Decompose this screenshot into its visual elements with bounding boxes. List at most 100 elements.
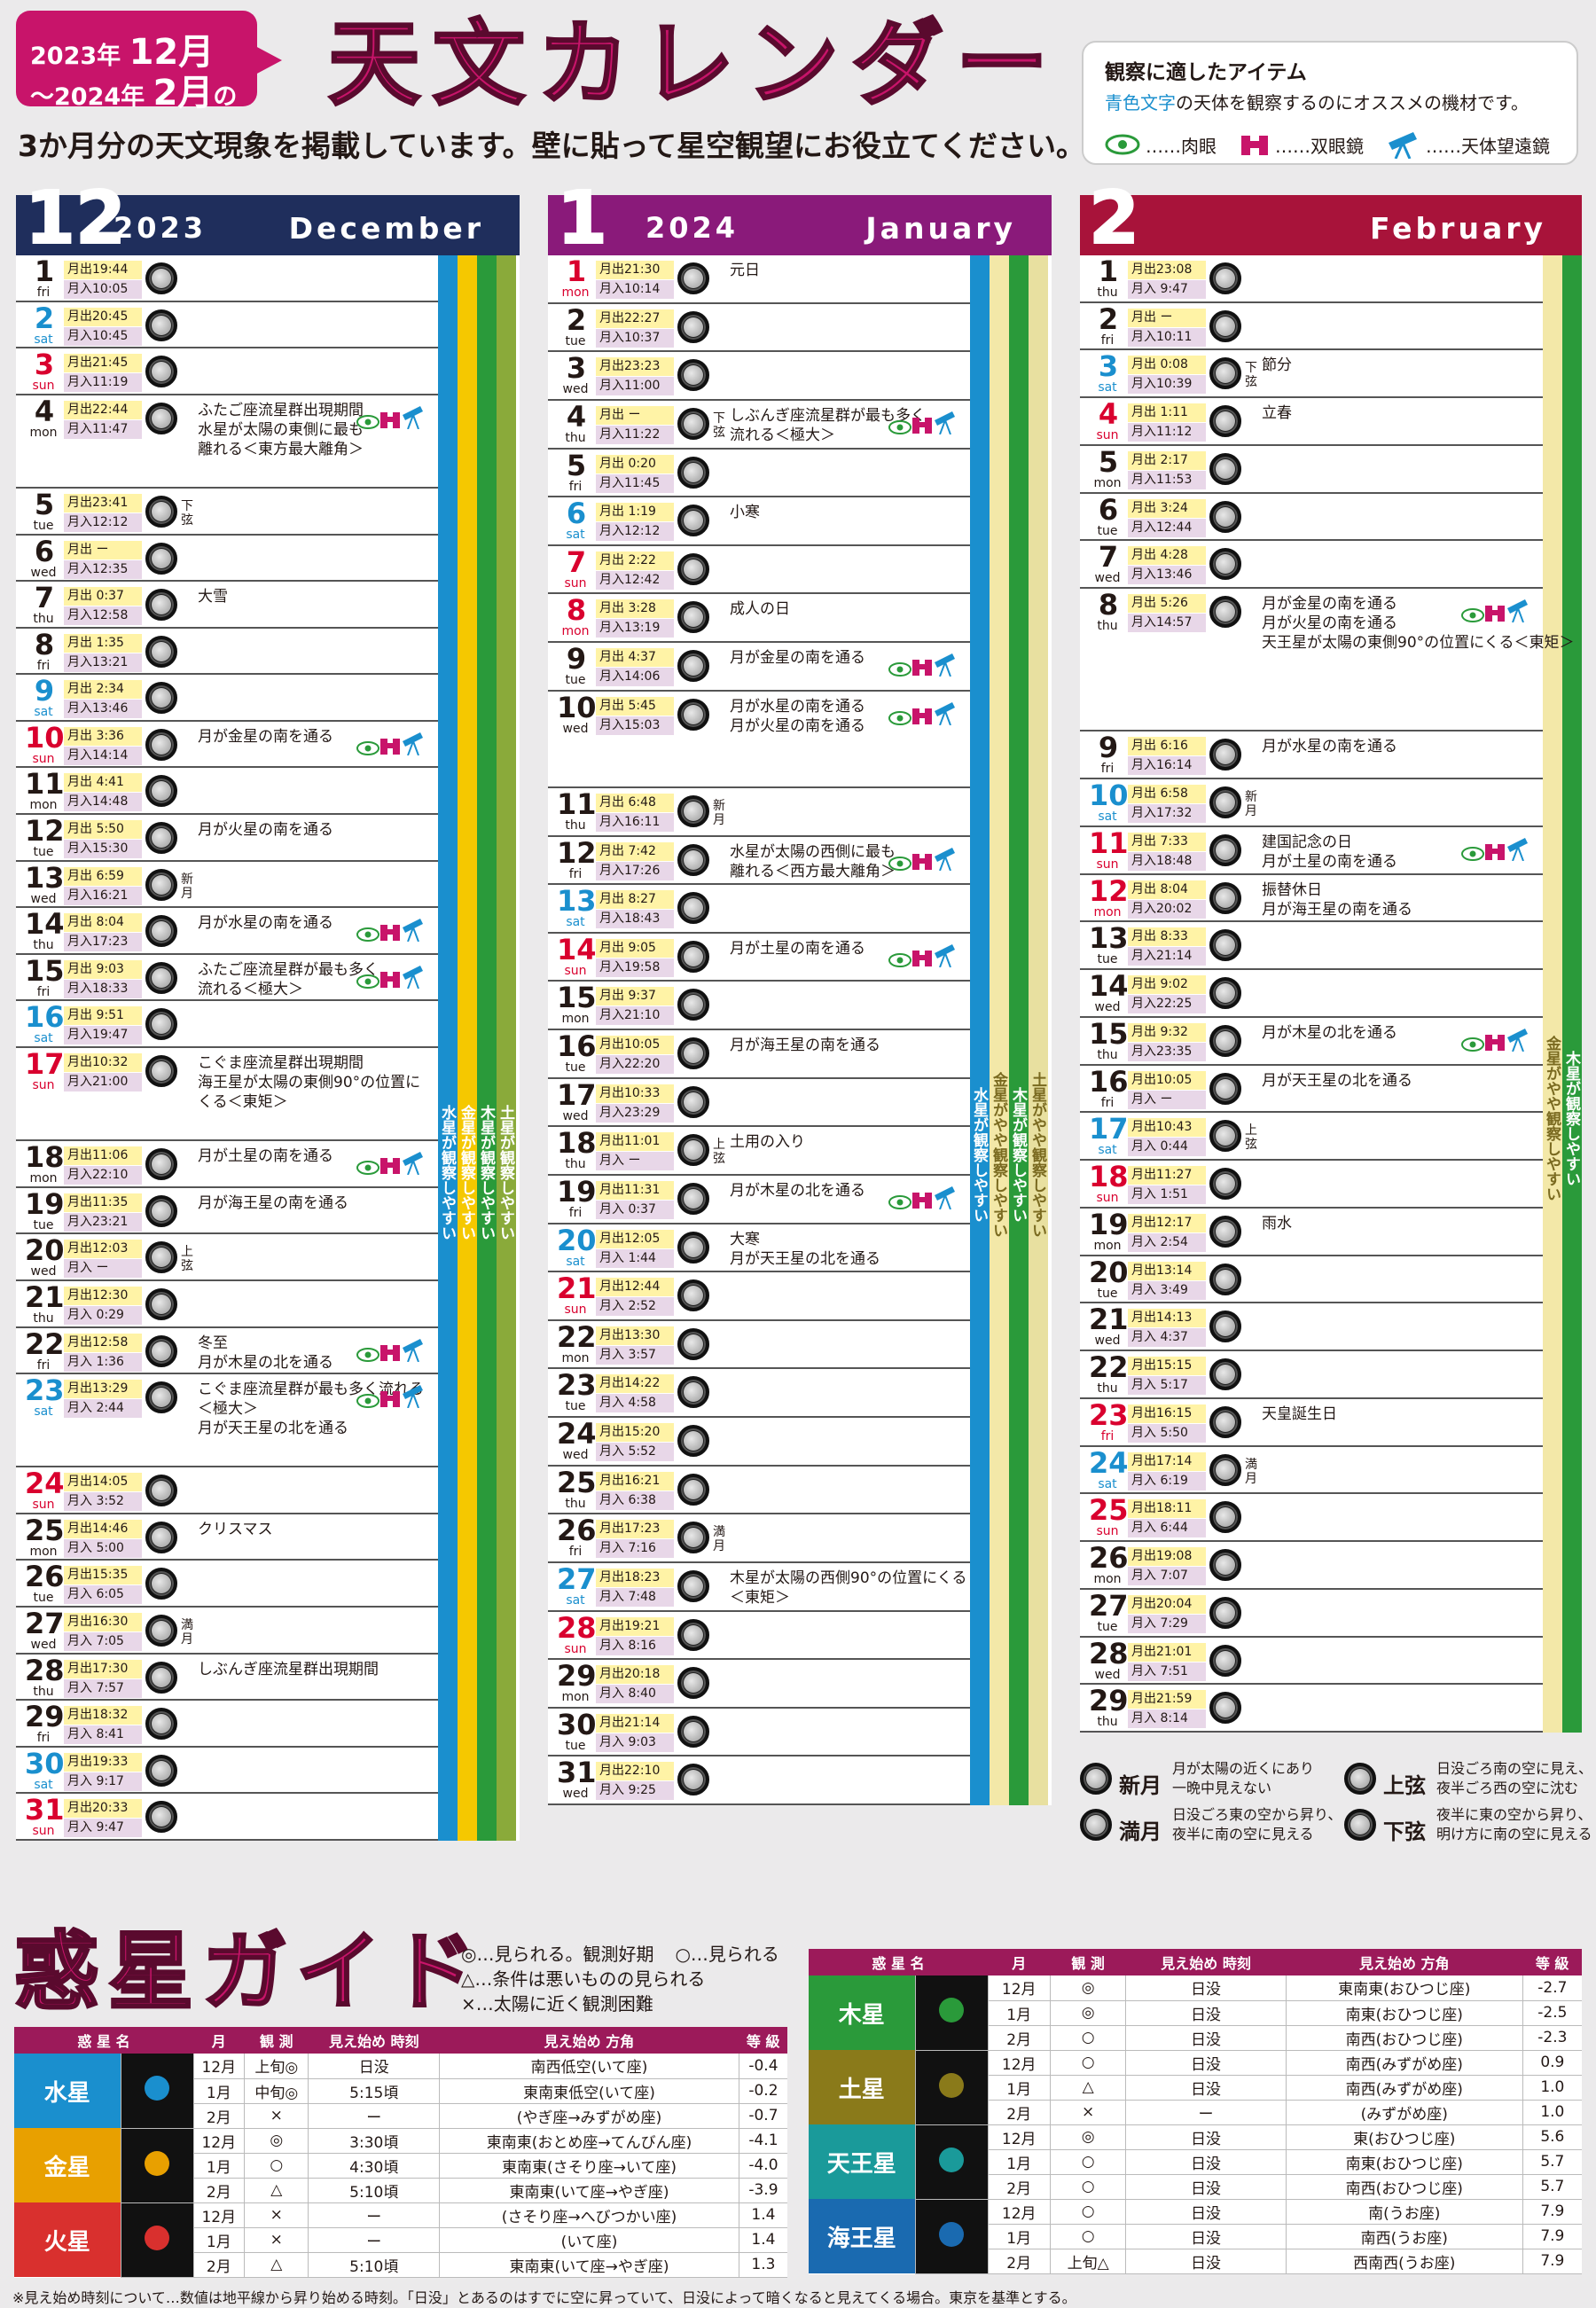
moon-times: 月出21:59 月入 8:14 xyxy=(1128,1690,1206,1729)
day-number: 13 xyxy=(557,884,597,919)
moonrise-time: 月出12:05 xyxy=(596,1229,674,1248)
moon-phase-icon xyxy=(1209,452,1241,485)
table-header-row: 惑 星 名月観 測見え始め 時刻 見え始め 方角等 級 xyxy=(14,2027,787,2054)
moonrise-time: 月出18:32 xyxy=(64,1706,142,1725)
event-line: 冬至 xyxy=(198,1334,228,1352)
day-weekday: sun xyxy=(1096,857,1119,872)
day-weekday: wed xyxy=(1094,1334,1121,1349)
binoculars-icon xyxy=(912,417,932,434)
moon-phase-icon xyxy=(1209,1072,1241,1105)
eye-icon xyxy=(356,1394,379,1409)
day-weekday: fri xyxy=(1100,1428,1115,1443)
legend-naked-eye: ……肉眼 xyxy=(1146,135,1217,157)
planet-cell: -0.2 xyxy=(738,2078,787,2104)
day-number: 5 xyxy=(34,487,55,521)
planet-cell: (いて座) xyxy=(439,2227,739,2253)
moonset-time: 月入 7:16 xyxy=(596,1539,674,1559)
moonrise-time: 月出 9:03 xyxy=(64,959,142,979)
day-weekday: sun xyxy=(32,1824,55,1839)
moon-key-desc-line: 夜半に東の空から昇り、 xyxy=(1436,1806,1592,1823)
day-weekday: thu xyxy=(1097,619,1118,634)
planet-cell: 南(うお座) xyxy=(1285,2199,1523,2225)
moon-phase-icon xyxy=(677,1085,709,1118)
moonset-time: 月入10:37 xyxy=(596,328,674,348)
moon-key-desc-line: 月が太陽の近くにあり xyxy=(1172,1760,1315,1777)
day-weekday: thu xyxy=(565,1157,586,1172)
moonrise-time: 月出 9:37 xyxy=(596,987,674,1006)
moon-phase-icon xyxy=(1209,1549,1241,1582)
day-number: 12 xyxy=(1089,873,1129,908)
table-header-cell: 見え始め 方角 xyxy=(1286,1949,1523,1975)
planet-cell: ◎ xyxy=(1049,2000,1126,2026)
badge-month-end: 2月 xyxy=(153,73,214,113)
telescope-icon xyxy=(935,653,955,677)
day-number: 7 xyxy=(1098,540,1119,575)
day-weekday: sun xyxy=(1096,428,1119,443)
moon-times: 月出 6:48 月入16:11 xyxy=(596,793,674,832)
day-number: 8 xyxy=(566,593,587,628)
moonrise-time: 月出20:33 xyxy=(64,1799,142,1819)
event-line: 離れる＜西方最大離角＞ xyxy=(730,862,896,880)
moonrise-time: 月出 7:42 xyxy=(596,841,674,861)
moon-times: 月出 8:04 月入20:02 xyxy=(1128,880,1206,919)
day-weekday: mon xyxy=(29,798,58,813)
moon-times: 月出17:14 月入 6:19 xyxy=(1128,1451,1206,1490)
day-number: 22 xyxy=(1089,1350,1129,1385)
moon-times: 月出22:27 月入10:37 xyxy=(596,309,674,348)
planet-cell: 1月 xyxy=(192,2153,245,2179)
moon-times: 月出15:35 月入 6:05 xyxy=(64,1566,142,1605)
moon-key-desc: 夜半に東の空から昇り、 明け方に南の空に見える xyxy=(1436,1805,1592,1844)
moon-times: 月出15:15 月入 5:17 xyxy=(1128,1357,1206,1396)
moon-times: 月出 3:28 月入13:19 xyxy=(596,599,674,638)
day-events: 大雪 xyxy=(198,587,228,606)
moon-phase-icon xyxy=(677,1037,709,1069)
moon-times: 月出12:03 月入 ー xyxy=(64,1240,142,1279)
day-weekday: thu xyxy=(33,1310,54,1326)
moonrise-time: 月出 5:50 xyxy=(64,820,142,840)
event-line: 節分 xyxy=(1262,356,1292,375)
planet-cell: 南西(うお座) xyxy=(1285,2224,1523,2249)
moonset-time: 月入 1:36 xyxy=(64,1352,142,1372)
day-weekday: tue xyxy=(33,1591,54,1606)
moonrise-time: 月出23:23 xyxy=(596,357,674,377)
equipment-icons xyxy=(356,731,426,763)
moonrise-time: 月出12:03 xyxy=(64,1240,142,1259)
moonset-time: 月入12:12 xyxy=(64,512,142,532)
moon-times: 月出10:43 月入 0:44 xyxy=(1128,1118,1206,1157)
day-number: 2 xyxy=(34,301,55,335)
moonrise-time: 月出 7:33 xyxy=(1128,832,1206,851)
moon-times: 月出21:14 月入 9:03 xyxy=(596,1713,674,1752)
moonrise-time: 月出20:18 xyxy=(596,1665,674,1685)
moonrise-time: 月出 1:11 xyxy=(1128,403,1206,423)
day-row: 10 sat 月出 6:58 月入17:32 新月 xyxy=(1080,779,1543,827)
moonrise-time: 月出13:30 xyxy=(596,1326,674,1345)
moon-phase-icon xyxy=(677,1764,709,1796)
moonrise-time: 月出 0:08 xyxy=(1128,356,1206,375)
planet-cell: 2月 xyxy=(192,2103,245,2129)
moon-phase-icon xyxy=(677,650,709,682)
day-number: 18 xyxy=(25,1140,65,1175)
moon-phase-icon xyxy=(677,1715,709,1748)
moon-phase-icon xyxy=(677,505,709,537)
moon-phase-label: 新月 xyxy=(181,872,193,901)
planet-cell: (さそり座→へびつかい座) xyxy=(439,2202,739,2228)
day-weekday: mon xyxy=(561,624,590,639)
event-line: 月が木星の北を通る xyxy=(730,1181,865,1200)
moon-times: 月出18:32 月入 8:41 xyxy=(64,1706,142,1745)
moon-times: 月出 6:16 月入16:14 xyxy=(1128,737,1206,776)
planet-cell: 12月 xyxy=(192,2054,245,2079)
day-number: 20 xyxy=(1089,1255,1129,1289)
day-weekday: mon xyxy=(29,425,58,440)
moon-key-desc: 月が太陽の近くにあり 一晩中見えない xyxy=(1172,1759,1314,1798)
moon-times: 月出 2:34 月入13:46 xyxy=(64,680,142,719)
moon-times: 月出14:05 月入 3:52 xyxy=(64,1473,142,1512)
moon-phase-icon xyxy=(145,635,177,668)
day-weekday: fri xyxy=(568,479,583,494)
moonset-time: 月入16:14 xyxy=(1128,756,1206,776)
moon-times: 月出13:29 月入 2:44 xyxy=(64,1380,142,1419)
day-row: 14 sun 月出 9:05 月入19:58 月が土星の南を通る xyxy=(548,934,970,982)
event-line: 月が火星の南を通る xyxy=(730,716,865,735)
moon-phase-icon xyxy=(677,1134,709,1167)
planet-row: 天王星 12月 ◎ 日没 東(おひつじ座) 5.6 xyxy=(809,2124,1582,2200)
day-weekday: thu xyxy=(565,430,586,445)
